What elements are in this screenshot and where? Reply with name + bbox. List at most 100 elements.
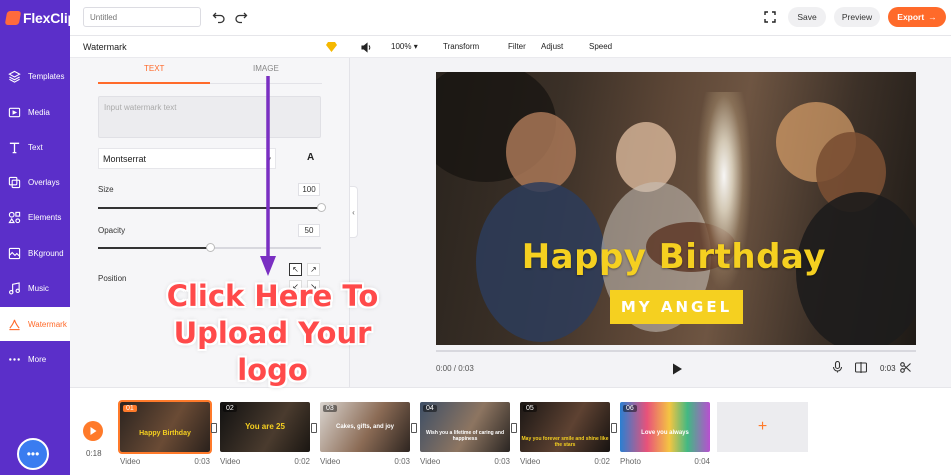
redo-icon[interactable] bbox=[234, 10, 248, 24]
sidebar-item-elements[interactable]: Elements bbox=[0, 200, 70, 234]
clip-number: 02 bbox=[223, 405, 237, 412]
project-title-input[interactable] bbox=[83, 7, 201, 27]
clip-type: Video bbox=[120, 457, 141, 466]
clip-caption: You are 25 bbox=[245, 422, 285, 431]
clip-type: Video bbox=[220, 457, 241, 466]
timeline-clip-06[interactable]: 06 Love you always bbox=[620, 402, 710, 452]
clip-duration: 0:03 bbox=[494, 457, 510, 466]
tab-text[interactable]: TEXT bbox=[144, 64, 164, 73]
toolbar-adjust[interactable]: Adjust bbox=[541, 42, 563, 51]
volume-icon[interactable] bbox=[361, 42, 372, 53]
position-top-left-button[interactable]: ↖ bbox=[289, 263, 302, 276]
subtitle-text[interactable]: MY ANGEL bbox=[610, 290, 743, 324]
split-icon[interactable] bbox=[855, 362, 867, 373]
playback-progress-bar[interactable] bbox=[436, 350, 916, 352]
position-label: Position bbox=[98, 274, 127, 283]
font-select[interactable]: Montserrat ▾ bbox=[98, 148, 276, 169]
sidebar-item-watermark[interactable]: Watermark bbox=[0, 307, 70, 341]
timeline: 0:18 01 Happy Birthday Video 0:03 02 You … bbox=[70, 387, 951, 475]
toolbar-transform[interactable]: Transform bbox=[443, 42, 479, 51]
sidebar-item-label: Elements bbox=[28, 212, 62, 222]
logo-text: FlexClip bbox=[23, 10, 76, 26]
flexclip-logo[interactable]: FlexClip bbox=[4, 9, 76, 27]
watermark-icon bbox=[9, 319, 20, 330]
opacity-value[interactable]: 50 bbox=[298, 224, 320, 237]
top-bar: Save Preview Export → bbox=[70, 0, 951, 36]
sidebar-item-bkground[interactable]: BKground bbox=[0, 236, 70, 270]
zoom-select[interactable]: 100% ▾ bbox=[391, 42, 418, 51]
diamond-icon bbox=[326, 42, 337, 52]
export-button[interactable]: Export → bbox=[888, 7, 946, 27]
font-style-button[interactable]: A bbox=[307, 152, 314, 163]
clip-caption: Love you always bbox=[641, 430, 689, 436]
opacity-slider-knob[interactable] bbox=[205, 243, 215, 252]
size-value[interactable]: 100 bbox=[298, 183, 320, 196]
transition-marker[interactable] bbox=[411, 423, 417, 433]
fullscreen-icon[interactable] bbox=[764, 11, 776, 23]
sidebar-item-label: Watermark bbox=[28, 319, 67, 329]
clip-number: 06 bbox=[623, 405, 637, 412]
position-top-right-button[interactable]: ↗ bbox=[307, 263, 320, 276]
preview-button[interactable]: Preview bbox=[834, 7, 880, 27]
clip-caption: Happy Birthday bbox=[139, 430, 191, 437]
play-icon[interactable] bbox=[670, 362, 684, 376]
editor-toolbar: 100% ▾ Transform Filter Adjust Speed bbox=[350, 36, 951, 58]
collapse-panel-button[interactable]: ‹ bbox=[350, 186, 358, 238]
annotation-arrow-icon bbox=[260, 76, 276, 276]
timeline-clip-02[interactable]: 02 You are 25 bbox=[220, 402, 310, 452]
clip-caption: May you forever smile and shine like the… bbox=[521, 436, 609, 448]
chat-button[interactable]: ••• bbox=[17, 438, 49, 470]
timeline-clip-03[interactable]: 03 Cakes, gifts, and joy bbox=[320, 402, 410, 452]
clip-number: 03 bbox=[323, 405, 337, 412]
opacity-slider-fill bbox=[98, 247, 210, 249]
sidebar-item-templates[interactable]: Templates bbox=[0, 59, 70, 93]
video-canvas[interactable]: Happy Birthday MY ANGEL bbox=[436, 72, 916, 345]
size-slider-knob[interactable] bbox=[317, 203, 326, 212]
more-icon bbox=[9, 357, 20, 361]
sidebar-item-label: Overlays bbox=[28, 177, 60, 187]
transition-marker[interactable] bbox=[311, 423, 317, 433]
scissors-icon[interactable] bbox=[900, 362, 911, 373]
clip-duration: 0:02 bbox=[294, 457, 310, 466]
sidebar-item-media[interactable]: Media bbox=[0, 95, 70, 129]
clip-meta: Video 0:02 bbox=[220, 457, 310, 466]
opacity-label: Opacity bbox=[98, 226, 126, 235]
watermark-text-input[interactable]: Input watermark text bbox=[98, 96, 321, 138]
timeline-clip-04[interactable]: 04 Wish you a lifetime of caring and hap… bbox=[420, 402, 510, 452]
clip-number: 01 bbox=[123, 405, 137, 412]
transition-marker[interactable] bbox=[211, 423, 217, 433]
clip-duration: 0:04 bbox=[694, 457, 710, 466]
timeline-clip-05[interactable]: 05 May you forever smile and shine like … bbox=[520, 402, 610, 452]
microphone-icon[interactable] bbox=[832, 361, 843, 373]
annotation-line: Click Here To bbox=[166, 279, 379, 313]
chevron-down-icon: ▾ bbox=[411, 42, 418, 51]
add-clip-button[interactable]: + bbox=[717, 402, 808, 452]
arrow-right-icon: → bbox=[928, 12, 937, 22]
upload-logo-annotation: Click Here To Upload Your logo bbox=[150, 278, 395, 389]
undo-icon[interactable] bbox=[212, 10, 226, 24]
panel-title: Watermark bbox=[83, 42, 127, 52]
save-button[interactable]: Save bbox=[788, 7, 826, 27]
annotation-line: Upload Your bbox=[173, 316, 372, 350]
active-tab-indicator bbox=[98, 82, 210, 84]
tab-image[interactable]: IMAGE bbox=[253, 64, 279, 73]
sidebar-item-music[interactable]: Music bbox=[0, 271, 70, 305]
toolbar-filter[interactable]: Filter bbox=[508, 42, 526, 51]
clip-caption: Cakes, gifts, and joy bbox=[335, 424, 395, 430]
chevron-left-icon: ‹ bbox=[352, 207, 355, 217]
transition-marker[interactable] bbox=[611, 423, 617, 433]
clip-number: 05 bbox=[523, 405, 537, 412]
sidebar-item-more[interactable]: More bbox=[0, 342, 70, 376]
clip-duration: 0:02 bbox=[594, 457, 610, 466]
timeline-play-button[interactable] bbox=[83, 421, 103, 441]
headline-text[interactable]: Happy Birthday bbox=[436, 237, 916, 277]
sidebar-item-text[interactable]: Text bbox=[0, 130, 70, 164]
clip-type: Photo bbox=[620, 457, 641, 466]
annotation-line: logo bbox=[237, 353, 308, 387]
clip-meta: Video 0:02 bbox=[520, 457, 610, 466]
timeline-clip-01[interactable]: 01 Happy Birthday bbox=[118, 400, 212, 454]
sidebar-item-overlays[interactable]: Overlays bbox=[0, 165, 70, 199]
toolbar-speed[interactable]: Speed bbox=[589, 42, 612, 51]
transition-marker[interactable] bbox=[511, 423, 517, 433]
text-icon bbox=[9, 142, 20, 153]
